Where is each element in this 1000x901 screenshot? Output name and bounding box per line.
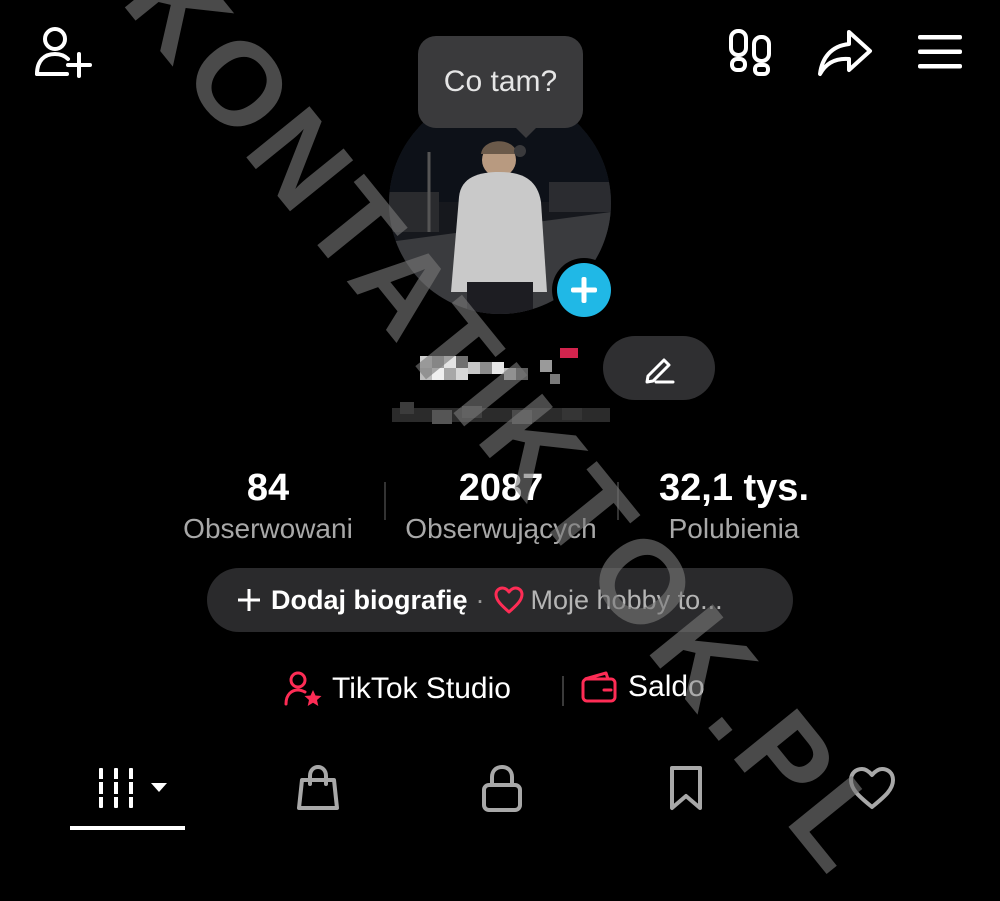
share-profile-button[interactable] (814, 24, 876, 80)
tab-saved[interactable] (656, 760, 716, 816)
bookmark-icon (670, 766, 702, 810)
bubble-tail (512, 124, 540, 138)
stat-followers[interactable]: 2087 Obserwujących (388, 466, 614, 546)
plus-icon (571, 277, 597, 303)
add-friend-button[interactable] (32, 24, 94, 80)
status-bubble[interactable]: Co tam? (418, 36, 583, 128)
status-bubble-text: Co tam? (443, 65, 558, 98)
footprints-icon (729, 29, 771, 76)
tiktok-studio-link[interactable]: TikTok Studio (284, 670, 511, 708)
stat-likes[interactable]: 32,1 tys. Polubienia (630, 466, 838, 546)
active-tab-indicator (70, 826, 185, 830)
tiktok-studio-label: TikTok Studio (332, 672, 511, 705)
tab-videos[interactable] (92, 760, 172, 816)
creator-star-icon (284, 671, 322, 706)
bio-separator: · (475, 584, 485, 615)
bubble-dot (514, 145, 526, 157)
tab-liked[interactable] (840, 760, 904, 816)
add-bio-label: Dodaj biografię (271, 584, 468, 615)
plus-icon (238, 589, 260, 611)
balance-label: Saldo (628, 670, 705, 703)
following-count: 84 (246, 467, 290, 509)
shopping-bag-icon (297, 764, 339, 810)
balance-link[interactable]: Saldo (580, 670, 705, 704)
username-censored (420, 342, 580, 388)
profile-views-button[interactable] (724, 26, 778, 78)
edit-profile-button[interactable] (603, 336, 715, 400)
hobby-prompt: Moje hobby to... (530, 584, 723, 615)
stat-following[interactable]: 84 Obserwowani (168, 466, 368, 546)
likes-label: Polubienia (668, 513, 800, 544)
add-bio-pill[interactable]: Dodaj biografię · Moje hobby to... (207, 568, 793, 632)
menu-button[interactable] (910, 26, 970, 78)
followers-count: 2087 (458, 467, 544, 509)
menu-icon (918, 35, 962, 69)
followers-label: Obserwujących (405, 513, 597, 544)
handle-censored (392, 398, 610, 434)
pencil-icon (645, 358, 675, 384)
lock-icon (482, 764, 522, 812)
stat-divider (617, 482, 619, 520)
tools-divider (562, 676, 564, 706)
heart-outline-icon (494, 586, 524, 614)
stat-divider (384, 482, 386, 520)
heart-icon (849, 767, 895, 809)
wallet-icon (581, 671, 617, 703)
likes-count: 32,1 tys. (659, 467, 809, 509)
add-friend-icon (35, 27, 92, 78)
tab-private[interactable] (472, 760, 532, 816)
add-story-button[interactable] (552, 258, 616, 322)
share-icon (818, 30, 872, 76)
tab-shop[interactable] (288, 760, 348, 816)
following-label: Obserwowani (183, 513, 353, 544)
videos-grid-icon (98, 768, 167, 808)
